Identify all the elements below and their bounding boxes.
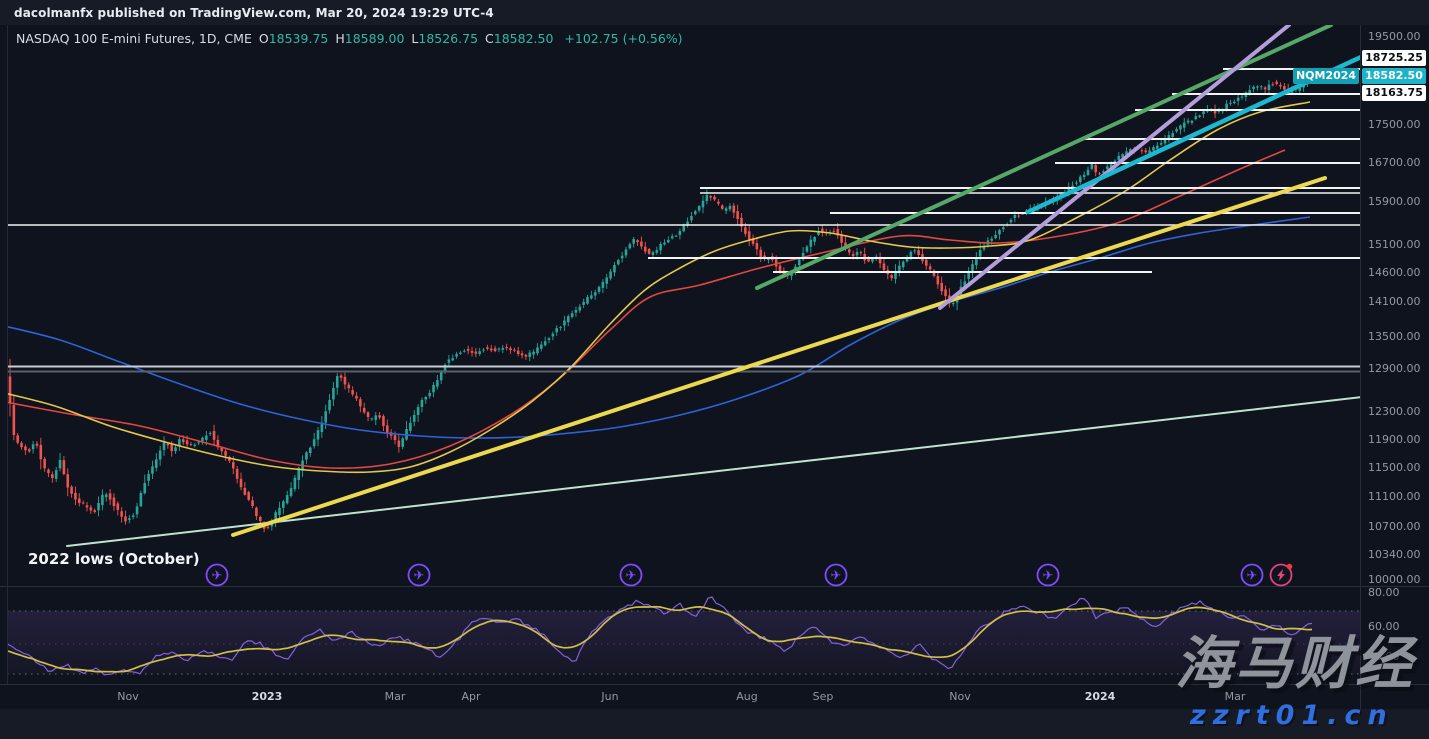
price-axis-tick: 15100.00 xyxy=(1368,239,1426,251)
lightning-marker-icon[interactable] xyxy=(1268,561,1296,589)
time-axis-border xyxy=(0,684,1429,685)
price-axis-tick: 10700.00 xyxy=(1368,521,1426,533)
tradingview-published-chart: dacolmanfx published on TradingView.com,… xyxy=(0,0,1429,739)
svg-text:✈: ✈ xyxy=(1043,569,1054,584)
price-axis-tick: 60.00 xyxy=(1368,621,1426,633)
series-tag-nqm2024: NQM2024 xyxy=(1293,68,1359,84)
svg-text:✈: ✈ xyxy=(414,569,425,584)
time-axis-label: Mar xyxy=(385,690,406,703)
airplane-marker-icon[interactable]: ✈ xyxy=(406,562,432,588)
time-axis-label: Sep xyxy=(813,690,834,703)
symbol-legend[interactable]: NASDAQ 100 E-mini Futures, 1D, CME O18539… xyxy=(16,31,683,46)
time-axis-label: Nov xyxy=(949,690,970,703)
price-axis-tick: 14100.00 xyxy=(1368,296,1426,308)
price-axis-tick: 12900.00 xyxy=(1368,363,1426,375)
svg-text:✈: ✈ xyxy=(626,569,637,584)
price-axis-tick: 10340.00 xyxy=(1368,549,1426,561)
airplane-marker-icon[interactable]: ✈ xyxy=(1035,562,1061,588)
svg-text:✈: ✈ xyxy=(831,569,842,584)
last-price-label: 18582.50 xyxy=(1362,68,1426,84)
ohlc-values: O18539.75H18589.00L18526.75C18582.50 xyxy=(259,31,561,46)
price-axis-tick: 19500.00 xyxy=(1368,31,1426,43)
symbol-title: NASDAQ 100 E-mini Futures, 1D, CME xyxy=(16,31,252,46)
time-axis-label: Aug xyxy=(736,690,757,703)
svg-text:✈: ✈ xyxy=(212,569,223,584)
airplane-marker-icon[interactable]: ✈ xyxy=(823,562,849,588)
price-axis-tick: 11500.00 xyxy=(1368,462,1426,474)
price-axis-tick: 80.00 xyxy=(1368,587,1426,599)
price-axis-tick: 11100.00 xyxy=(1368,491,1426,503)
chart-annotation-2022-lows: 2022 lows (October) xyxy=(28,550,200,568)
time-axis-label: 2024 xyxy=(1085,690,1116,703)
price-axis-tick: 10000.00 xyxy=(1368,574,1426,586)
price-axis-tick: 11900.00 xyxy=(1368,434,1426,446)
time-axis-label: Mar xyxy=(1225,690,1246,703)
footer-bar: TradingView xyxy=(0,709,1429,739)
change-value: +102.75 (+0.56%) xyxy=(564,31,682,46)
time-axis-label: Nov xyxy=(117,690,138,703)
price-axis-tick: 17500.00 xyxy=(1368,119,1426,131)
price-label-18163: 18163.75 xyxy=(1362,85,1426,101)
airplane-marker-icon[interactable]: ✈ xyxy=(1239,562,1265,588)
price-axis-tick: 40.00 xyxy=(1368,651,1426,663)
axis-border-vertical xyxy=(1360,25,1361,709)
price-axis-tick: 16700.00 xyxy=(1368,157,1426,169)
airplane-marker-icon[interactable]: ✈ xyxy=(618,562,644,588)
time-axis-label: Jun xyxy=(601,690,618,703)
price-axis-tick: 15900.00 xyxy=(1368,196,1426,208)
time-axis-label: Apr xyxy=(461,690,480,703)
price-label-18725: 18725.25 xyxy=(1362,50,1426,66)
svg-text:✈: ✈ xyxy=(1247,569,1258,584)
price-axis-tick: 14600.00 xyxy=(1368,267,1426,279)
airplane-marker-icon[interactable]: ✈ xyxy=(204,562,230,588)
time-axis-label: 2023 xyxy=(252,690,283,703)
main-chart-canvas[interactable] xyxy=(0,0,1429,739)
price-axis-tick: 12300.00 xyxy=(1368,406,1426,418)
price-axis-tick: 13500.00 xyxy=(1368,331,1426,343)
